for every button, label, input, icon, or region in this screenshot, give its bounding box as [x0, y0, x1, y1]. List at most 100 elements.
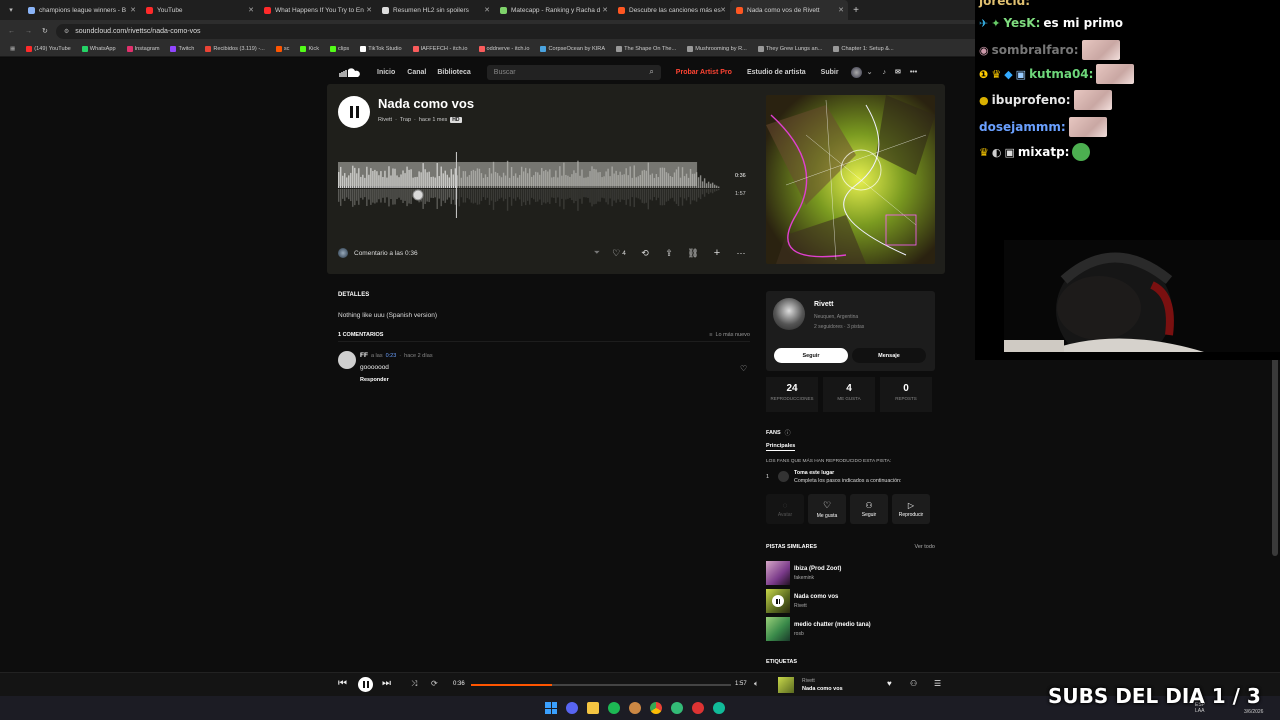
bookmark[interactable]: They Grew Lungs an... — [757, 46, 822, 52]
player-artwork[interactable] — [778, 677, 794, 693]
repost-button[interactable]: ⟲ — [636, 244, 654, 262]
browser-tab[interactable]: Descubre las canciones más es ✕ — [612, 0, 730, 20]
artist-studio-link[interactable]: Estudio de artista — [747, 69, 806, 76]
volume-icon[interactable]: 🔈︎ — [754, 679, 759, 689]
artist-name[interactable]: Rivett — [814, 301, 833, 308]
track-artist-link[interactable]: Rivett — [378, 117, 392, 123]
queue-icon[interactable]: ☰ — [934, 679, 941, 688]
comment-like-icon[interactable]: ♡ — [740, 364, 747, 373]
player-artist[interactable]: Rivett — [802, 678, 815, 684]
nav-library[interactable]: Biblioteca — [437, 69, 470, 76]
similar-track[interactable]: Nada como vos Rivett — [766, 589, 935, 615]
share-button[interactable]: ⇪ — [660, 244, 678, 262]
comment-user[interactable]: FF — [360, 352, 368, 359]
close-tab-icon[interactable]: ✕ — [484, 6, 490, 14]
artist-pro-link[interactable]: Probar Artist Pro — [676, 69, 732, 76]
heart-icon[interactable]: ♥ — [887, 679, 892, 688]
player-title[interactable]: Nada como vos — [802, 686, 843, 692]
browser-tab[interactable]: YouTube ✕ — [140, 0, 258, 20]
bookmark[interactable]: Recibidos (3.119) -... — [205, 46, 265, 52]
message-button[interactable]: Mensaje — [852, 348, 926, 363]
next-track-icon[interactable]: ⏭ — [382, 678, 391, 689]
browser-tab[interactable]: Resumen HL2 sin spoilers ✕ — [376, 0, 494, 20]
see-all-link[interactable]: Ver todo — [915, 544, 936, 550]
send-comment-icon[interactable]: ⏷ — [594, 248, 600, 258]
back-icon[interactable]: ← — [8, 28, 15, 35]
spotify-icon[interactable] — [608, 702, 620, 714]
app-icon[interactable] — [629, 702, 641, 714]
more-actions-button[interactable]: ⋯ — [732, 244, 750, 262]
pause-icon[interactable] — [772, 595, 784, 607]
close-tab-icon[interactable]: ✕ — [366, 6, 372, 14]
browser-tab[interactable]: What Happens If You Try to En ✕ — [258, 0, 376, 20]
follow-button[interactable]: Seguir — [774, 348, 848, 363]
app-icon[interactable] — [692, 702, 704, 714]
soundcloud-logo-icon[interactable] — [338, 67, 362, 78]
progress-track[interactable] — [471, 684, 731, 686]
bookmark[interactable]: WhatsApp — [81, 46, 116, 52]
close-tab-icon[interactable]: ✕ — [248, 6, 254, 14]
like-button[interactable]: ♡ 4 — [608, 244, 630, 262]
notifications-icon[interactable]: ♪ — [882, 69, 886, 76]
bookmark[interactable]: TikTok Studio — [360, 46, 402, 52]
nav-home[interactable]: Inicio — [377, 69, 395, 76]
bookmark[interactable]: Mushrooming by R... — [687, 46, 747, 52]
comment-input[interactable]: Comentario a las 0:36 ⏷ — [338, 244, 600, 262]
pause-button[interactable] — [338, 96, 370, 128]
close-tab-icon[interactable]: ✕ — [602, 6, 608, 14]
close-tab-icon[interactable]: ✕ — [720, 6, 726, 14]
forward-icon[interactable]: → — [25, 28, 32, 35]
comment-timestamp[interactable]: 0:23 — [386, 353, 397, 359]
nav-feed[interactable]: Canal — [407, 69, 426, 76]
windows-start-icon[interactable] — [545, 702, 557, 714]
artist-avatar[interactable] — [773, 298, 805, 330]
bookmark[interactable]: IAFFEFCH - itch.io — [412, 46, 468, 52]
new-tab-button[interactable]: + — [848, 5, 864, 16]
messages-icon[interactable]: ✉ — [895, 68, 901, 76]
app-icon[interactable] — [671, 702, 683, 714]
bookmark[interactable]: (149) YouTube — [26, 46, 71, 52]
reply-link[interactable]: Responder — [360, 377, 389, 383]
more-icon[interactable]: ••• — [910, 69, 917, 76]
search-input[interactable]: Buscar ⌕ — [486, 64, 661, 80]
info-icon[interactable]: ⓘ — [785, 428, 791, 437]
bookmark[interactable]: clips — [330, 46, 349, 52]
track-genre[interactable]: Trap — [400, 117, 411, 123]
like-step-button[interactable]: ♡ Me gusta — [808, 494, 846, 524]
close-tab-icon[interactable]: ✕ — [130, 6, 136, 14]
file-explorer-icon[interactable] — [587, 702, 599, 714]
copy-link-button[interactable]: ⛓ — [684, 244, 702, 262]
bookmark[interactable]: Twitch — [170, 46, 194, 52]
url-field[interactable]: ⚙ soundcloud.com/rivettsc/nada-como-vos — [55, 23, 1096, 39]
reload-icon[interactable]: ↻ — [42, 27, 48, 35]
search-icon[interactable]: ⌕ — [649, 67, 653, 77]
similar-track[interactable]: medio chatter (medio tana) rosb — [766, 617, 935, 643]
user-avatar[interactable] — [850, 66, 862, 78]
shuffle-icon[interactable]: ⤨ — [411, 679, 417, 689]
discord-icon[interactable] — [566, 702, 578, 714]
site-info-icon[interactable]: ⚙ — [64, 28, 69, 35]
app-icon[interactable] — [713, 702, 725, 714]
avatar-step-button[interactable]: ◌ Avatar — [766, 494, 804, 524]
tab-search-icon[interactable]: ▾ — [0, 6, 22, 14]
bookmark[interactable]: Instagram — [126, 46, 159, 52]
add-to-playlist-button[interactable]: + — [708, 244, 726, 262]
chrome-icon[interactable] — [650, 702, 662, 714]
waveform[interactable] — [338, 148, 720, 220]
sort-dropdown[interactable]: ≡ Lo más nuevo — [709, 332, 750, 338]
fans-tab-top[interactable]: Principales — [766, 443, 796, 451]
play-step-button[interactable]: ▷ Reproducir — [892, 494, 930, 524]
follow-step-button[interactable]: ⚇ Seguir — [850, 494, 888, 524]
bookmark[interactable]: CorpseOcean by KIRA — [540, 46, 605, 52]
browser-tab[interactable]: Matecapp - Ranking y Racha d ✕ — [494, 0, 612, 20]
repeat-icon[interactable]: ⟳ — [431, 679, 438, 688]
apps-icon[interactable]: ▦ — [10, 46, 15, 52]
comment-avatar[interactable] — [338, 351, 356, 369]
chevron-down-icon[interactable]: ⌄ — [867, 68, 873, 76]
bookmark[interactable]: Kick — [300, 46, 319, 52]
browser-tab-active[interactable]: Nada como vos de Rivett ✕ — [730, 0, 848, 20]
bookmark[interactable]: The Shape On The... — [616, 46, 676, 52]
comment-marker[interactable] — [412, 189, 424, 201]
upload-link[interactable]: Subir — [821, 69, 839, 76]
browser-tab[interactable]: champions league winners - B ✕ — [22, 0, 140, 20]
